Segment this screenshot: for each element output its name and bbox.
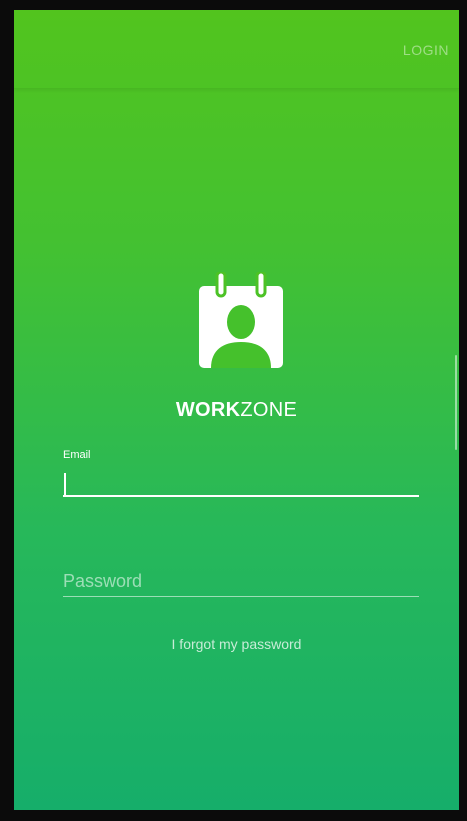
brand-wordmark: WORKZONE: [14, 399, 459, 422]
device-frame: LOGIN WORKZONE Email I forgot my passwor…: [0, 0, 467, 821]
login-screen: LOGIN WORKZONE Email I forgot my passwor…: [14, 10, 459, 810]
forgot-password-link[interactable]: I forgot my password: [14, 636, 459, 652]
calendar-person-icon: [199, 272, 283, 368]
text-cursor: [64, 473, 66, 495]
top-app-bar: LOGIN: [14, 10, 459, 89]
email-label: Email: [63, 449, 91, 461]
brand-wordmark-light: ZONE: [240, 399, 298, 421]
password-field[interactable]: [63, 566, 419, 597]
email-field[interactable]: [63, 463, 419, 497]
login-button[interactable]: LOGIN: [403, 42, 449, 58]
brand-wordmark-bold: WORK: [175, 399, 241, 421]
